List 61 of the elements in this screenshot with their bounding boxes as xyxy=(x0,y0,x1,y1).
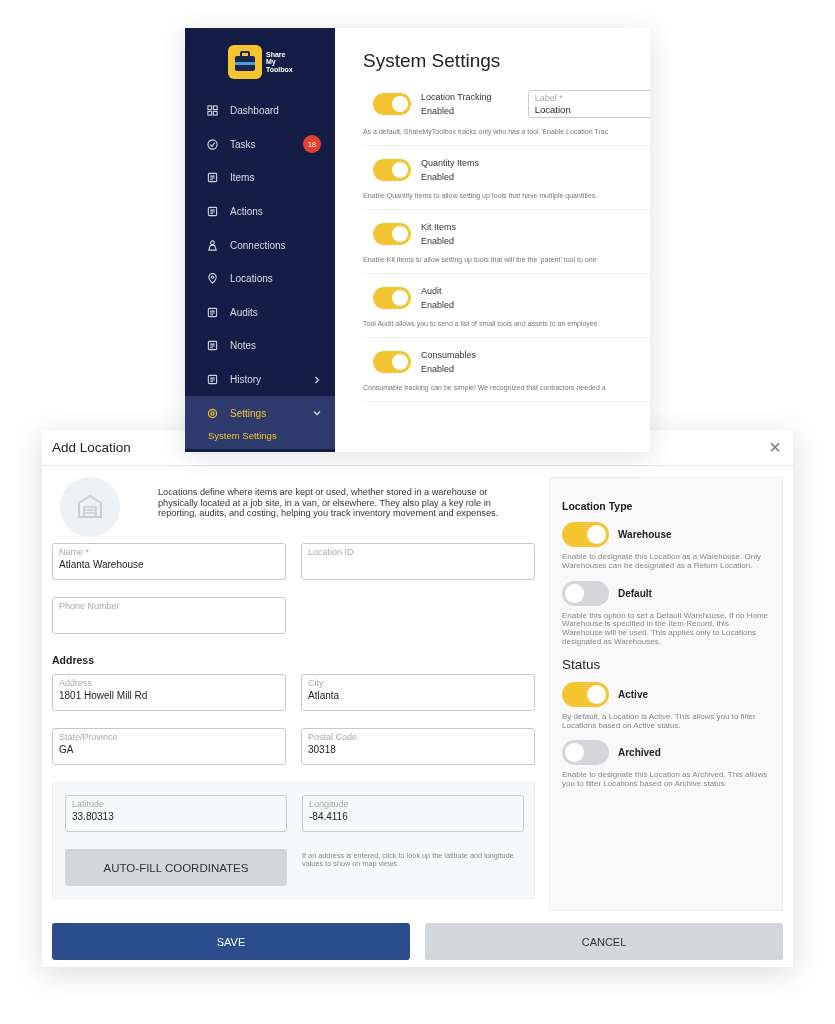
text-field[interactable]: Postal Code 30318 xyxy=(301,728,535,765)
label-field[interactable]: Label * Location xyxy=(527,90,650,118)
toggle-switch[interactable] xyxy=(562,681,609,707)
toggle-label: Warehouse xyxy=(618,529,672,540)
setting-status: Enabled xyxy=(421,236,456,246)
toggle-label: Archived xyxy=(618,747,661,759)
toggle-description: Enable to designate this Location as Archived. This allows you to filter Locations based on Archive status. xyxy=(562,771,769,789)
toggle-switch[interactable] xyxy=(562,740,609,766)
toggle-switch[interactable] xyxy=(373,287,411,309)
pin-icon xyxy=(207,273,218,285)
text-field[interactable]: Address 1801 Howell Mill Rd xyxy=(52,674,286,711)
sidebar-item[interactable]: Locations xyxy=(185,261,335,296)
save-button[interactable]: SAVE xyxy=(52,923,410,960)
warehouse-icon xyxy=(60,477,120,537)
sidebar-item[interactable]: Notes xyxy=(185,329,335,363)
sidebar-item[interactable]: History xyxy=(185,362,335,397)
sidebar-item[interactable]: Items xyxy=(185,161,335,195)
section-heading: Status xyxy=(562,656,602,672)
dialog-title: Add Location xyxy=(52,440,131,455)
sidebar-item[interactable]: Audits xyxy=(185,295,335,330)
toggle-switch[interactable] xyxy=(562,522,609,547)
text-field[interactable]: Longitude -84.4116 xyxy=(302,795,524,832)
toggle-switch[interactable] xyxy=(373,159,411,181)
setting-name: Kit Items xyxy=(421,222,457,232)
setting-name: Consumables xyxy=(421,350,478,360)
sidebar-item[interactable]: Settings xyxy=(185,396,335,430)
toggle-description: By default, a Location is Active. This allows you to filter Locations based on Active status. xyxy=(562,712,757,731)
check-circle-icon xyxy=(207,138,218,150)
toggle-description: Enable this option to set a Default Warehouse. If no Home Warehouse is specified in the Item Record, this Warehouse will be used. This applies only to Locations designated as Warehouses. xyxy=(562,611,770,647)
close-button[interactable]: × xyxy=(765,436,785,459)
toggle-switch[interactable] xyxy=(373,93,411,115)
toggle-label: Active xyxy=(618,688,648,700)
toggle-switch[interactable] xyxy=(562,580,609,606)
setting-status: Enabled xyxy=(421,172,456,182)
text-field[interactable]: City Atlanta xyxy=(301,674,535,711)
text-field[interactable]: Name * Atlanta Warehouse xyxy=(52,543,286,580)
toolbox-logo-icon xyxy=(228,45,262,79)
auto-fill-button[interactable]: AUTO-FILL COORDINATES xyxy=(65,849,287,886)
cancel-button[interactable]: CANCEL xyxy=(425,923,783,960)
setting-status: Enabled xyxy=(421,300,456,310)
toggle-description: Enable to designate this Location as a Warehouse. Only Warehouses can be designated as a Return Location. xyxy=(562,553,762,571)
setting-status: Enabled xyxy=(421,364,456,374)
intro-text: Locations define where items are kept or used, whether stored in a warehouse or physically located at a job site, in a van, or elsewhere. They also play a key role in reporting, audits, and costing, helping you track inventory movement and expenses. xyxy=(158,487,500,519)
sidebar-item[interactable]: Dashboard xyxy=(185,94,335,128)
page-title: System Settings xyxy=(363,50,502,72)
text-field[interactable]: Latitude 33.80313 xyxy=(65,795,287,832)
toggle-label: Default xyxy=(618,587,652,599)
toggle-switch[interactable] xyxy=(373,351,411,373)
sidebar-item[interactable]: Actions xyxy=(185,194,335,229)
grid-icon xyxy=(207,105,218,117)
setting-name: Audit xyxy=(421,286,443,296)
sidebar-item[interactable]: Connections xyxy=(185,228,335,262)
gear-icon xyxy=(207,407,218,419)
setting-name: Quantity Items xyxy=(421,158,481,168)
section-heading: Location Type xyxy=(562,500,634,512)
section-heading: Address xyxy=(52,654,95,666)
toggle-switch[interactable] xyxy=(373,223,411,245)
setting-name: Location Tracking xyxy=(421,92,493,102)
text-field[interactable]: State/Province GA xyxy=(52,728,286,765)
setting-status: Enabled xyxy=(421,106,456,116)
people-icon xyxy=(207,239,218,251)
